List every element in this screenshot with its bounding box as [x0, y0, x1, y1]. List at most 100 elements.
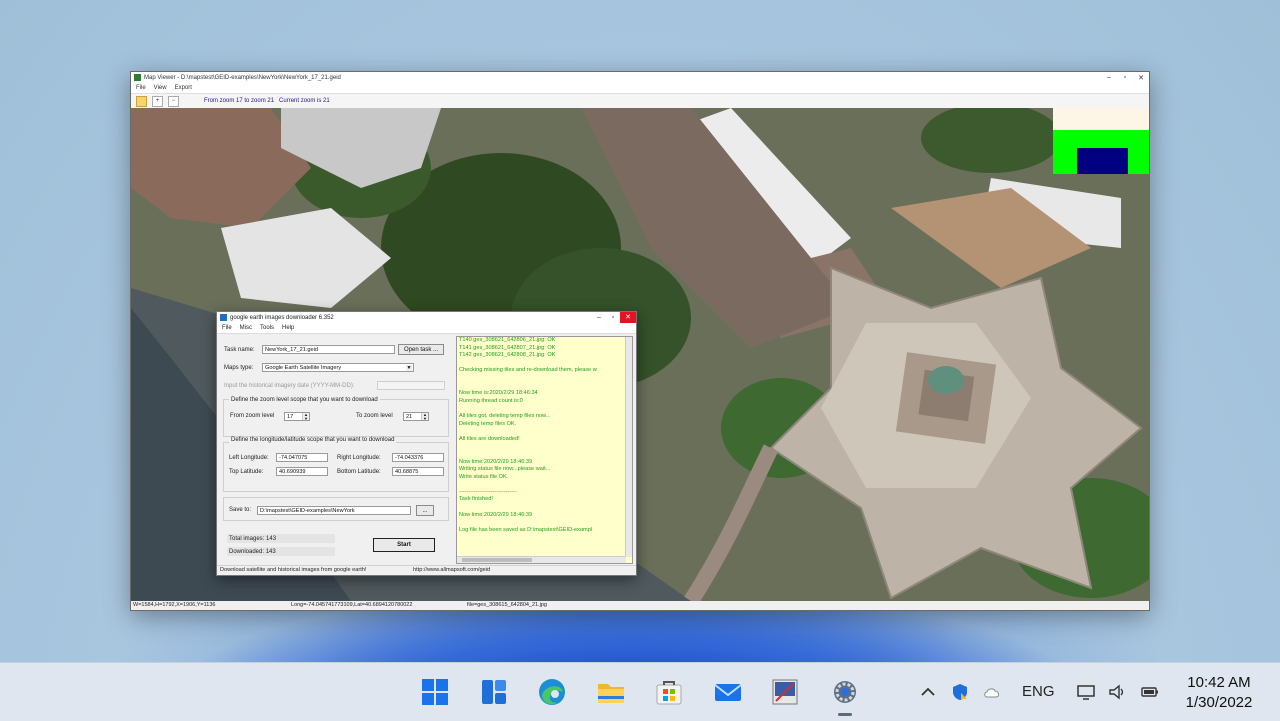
status-file: file=ges_308615_642804_21.jpg	[467, 602, 547, 608]
chevron-up-icon[interactable]	[918, 682, 938, 702]
from-zoom-value: 17	[287, 414, 294, 420]
downloader-titlebar[interactable]: google earth images downloader 6.352 – ▫…	[217, 312, 636, 323]
top-latitude-label: Top Latitude:	[229, 469, 264, 475]
to-zoom-stepper[interactable]: 21 ▲ ▼	[403, 412, 429, 421]
log-panel[interactable]: T140 ges_308621_642806_21.jpg: OK T141 ge…	[456, 336, 633, 564]
bottom-latitude-label: Bottom Latitude:	[337, 469, 381, 475]
lonlat-scope-label: Define the longitude/latitude scope that…	[229, 437, 397, 443]
language-indicator[interactable]: ENG	[1022, 683, 1055, 700]
downloaded-text: Downloaded: 143	[229, 549, 276, 555]
active-app-indicator	[838, 713, 852, 716]
downloader-statusbar: Download satellite and historical images…	[217, 565, 636, 575]
top-latitude-field[interactable]: 40.690939	[276, 467, 328, 476]
zoom-range-text: From zoom 17 to zoom 21	[204, 98, 275, 104]
log-line: All tiles are downloaded!	[459, 435, 520, 442]
chevron-down-icon: ▼	[406, 365, 412, 371]
security-icon[interactable]	[950, 682, 970, 702]
stepper-arrows-icon[interactable]: ▲ ▼	[302, 413, 309, 420]
open-task-button[interactable]: Open task ...	[398, 344, 444, 355]
start-icon[interactable]	[420, 677, 450, 707]
from-zoom-stepper[interactable]: 17 ▲ ▼	[284, 412, 310, 421]
from-zoom-label: From zoom level	[230, 413, 275, 419]
task-name-field[interactable]: NewYork_17_21.geid	[262, 345, 395, 354]
minimize-icon[interactable]: –	[1101, 74, 1117, 82]
maximize-icon[interactable]: ▫	[1117, 74, 1133, 82]
file-explorer-icon[interactable]	[596, 677, 626, 707]
log-line: All tiles got, deleting temp files now..…	[459, 412, 551, 419]
maximize-icon[interactable]: ▫	[606, 312, 620, 323]
minimap-viewport[interactable]	[1077, 148, 1128, 174]
menu-view[interactable]: View	[154, 85, 167, 91]
menu-file[interactable]: File	[222, 325, 232, 331]
log-line: Deleting temp files OK.	[459, 420, 517, 427]
menu-misc[interactable]: Misc	[240, 325, 252, 331]
zoom-in-icon[interactable]: +	[152, 95, 163, 107]
log-lines: T140 ges_308621_642806_21.jpg: OK T141 ge…	[457, 337, 632, 534]
folder-open-icon[interactable]	[136, 95, 147, 107]
log-line: -------------------------------	[459, 488, 517, 495]
log-line: Checking missing tiles and re-download t…	[459, 367, 597, 374]
stepper-arrows-icon[interactable]: ▲ ▼	[421, 413, 428, 420]
network-icon[interactable]	[1076, 682, 1096, 702]
downloader-app-icon	[220, 314, 227, 321]
map-viewer-statusbar: W=1584,H=1792,X=1906,Y=1136 Long=-74.045…	[131, 601, 1149, 610]
log-line: Task finished!	[459, 496, 493, 503]
zoom-out-icon[interactable]: −	[168, 95, 179, 107]
right-longitude-label: Right Longitude:	[337, 455, 381, 461]
status-message: Download satellite and historical images…	[220, 567, 367, 573]
total-images-text: Total images: 143	[229, 536, 277, 542]
maps-type-value: Google Earth Satellite Imagery	[265, 365, 342, 371]
maps-type-select[interactable]: Google Earth Satellite Imagery ▼	[262, 363, 414, 372]
mail-icon[interactable]	[713, 677, 743, 707]
log-horizontal-scrollbar[interactable]	[457, 556, 626, 563]
log-line: Running thread count is:0	[459, 397, 523, 404]
close-icon[interactable]: ✕	[620, 312, 636, 323]
scrollbar-thumb[interactable]	[462, 558, 532, 562]
bottom-latitude-field[interactable]: 40.68875	[392, 467, 444, 476]
taskbar: ENG 10:42 AM 1/30/2022	[0, 662, 1280, 721]
menu-tools[interactable]: Tools	[260, 325, 274, 331]
start-button[interactable]: Start	[373, 538, 435, 552]
log-line: Writing status file now...please wait...	[459, 466, 551, 473]
settings-icon[interactable]	[830, 677, 860, 707]
to-zoom-value: 21	[406, 414, 413, 420]
menu-export[interactable]: Export	[175, 85, 192, 91]
app-icon[interactable]	[770, 677, 800, 707]
onedrive-icon[interactable]	[982, 682, 1002, 702]
store-icon[interactable]	[654, 677, 684, 707]
maps-type-label: Maps type:	[224, 365, 254, 371]
log-vertical-scrollbar[interactable]	[625, 337, 632, 557]
historical-date-label: Input the historical imagery date (YYYY-…	[224, 383, 355, 389]
edge-icon[interactable]	[537, 677, 567, 707]
save-to-field[interactable]: D:\mapstest\GEID-examples\NewYork	[257, 506, 411, 515]
system-clock[interactable]: 10:42 AM 1/30/2022	[1178, 673, 1260, 713]
left-longitude-field[interactable]: -74.047075	[276, 453, 328, 462]
map-viewer-titlebar[interactable]: Map Viewer - D:\mapstest\GEID-examples\N…	[131, 72, 1149, 83]
menu-file[interactable]: File	[136, 85, 146, 91]
log-line: T140 ges_308621_642806_21.jpg: OK	[459, 337, 556, 343]
left-longitude-label: Left Longitude:	[229, 455, 269, 461]
minimize-icon[interactable]: –	[592, 312, 606, 323]
log-line: T141 ges_308621_642807_21.jpg: OK	[459, 344, 556, 351]
close-icon[interactable]: ✕	[1133, 74, 1149, 82]
browse-button[interactable]: ...	[416, 505, 434, 516]
minimap[interactable]	[1053, 108, 1149, 174]
clock-date: 1/30/2022	[1185, 694, 1253, 711]
menu-help[interactable]: Help	[282, 325, 294, 331]
battery-icon[interactable]	[1140, 682, 1160, 702]
status-tile: W=1584,H=1792,X=1906,Y=1136	[133, 602, 216, 608]
to-zoom-label: To zoom level	[356, 413, 393, 419]
volume-icon[interactable]	[1107, 682, 1127, 702]
right-longitude-field[interactable]: -74.043376	[392, 453, 444, 462]
log-line: Log file has been saved as D:\mapstest\G…	[459, 526, 593, 533]
current-zoom-text: Current zoom is 21	[279, 98, 330, 104]
map-viewer-toolbar: + − From zoom 17 to zoom 21 Current zoom…	[131, 94, 1149, 109]
widgets-icon[interactable]	[479, 677, 509, 707]
clock-time: 10:42 AM	[1187, 674, 1251, 691]
downloader-window: google earth images downloader 6.352 – ▫…	[216, 311, 637, 576]
map-viewer-title: Map Viewer - D:\mapstest\GEID-examples\N…	[144, 74, 341, 81]
